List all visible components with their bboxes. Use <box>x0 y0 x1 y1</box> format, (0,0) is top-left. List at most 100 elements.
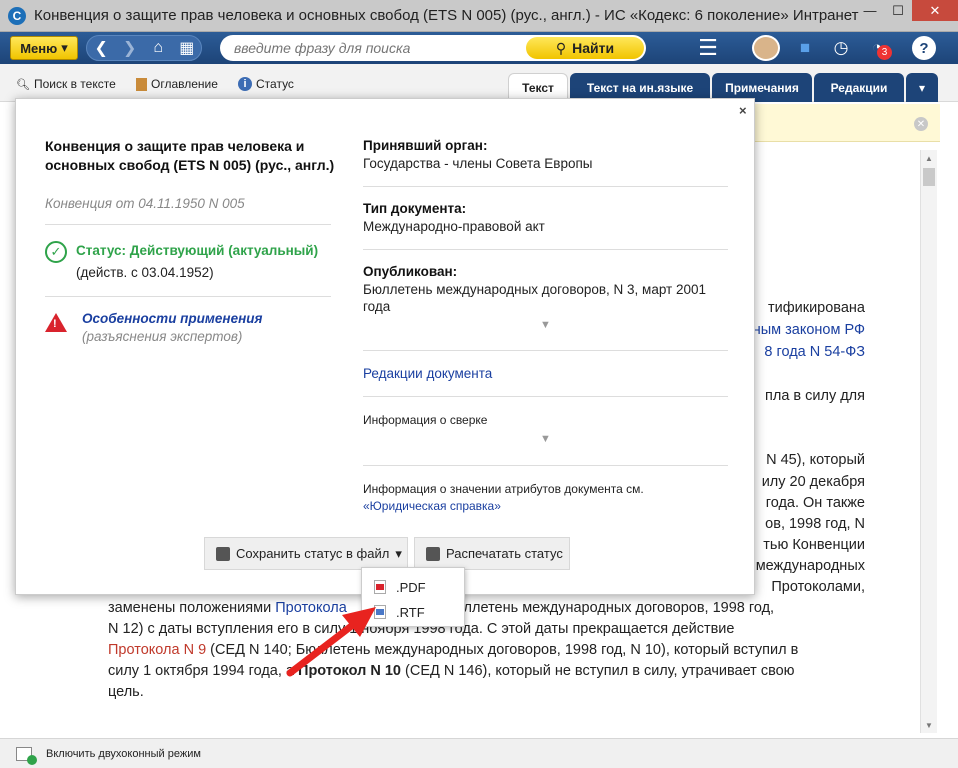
search-icon: ⚲ <box>555 39 567 56</box>
status-value: Статус: Действующий (актуальный) <box>76 243 319 258</box>
close-notice-icon[interactable]: ✕ <box>914 117 928 131</box>
doc-type-label: Тип документа: <box>363 201 467 216</box>
document-text-span: цель. <box>108 684 144 700</box>
back-icon[interactable]: ❮ <box>89 38 113 58</box>
document-line: года. Он также <box>748 495 865 511</box>
contents-label: Оглавление <box>151 77 218 91</box>
document-line: ным законом РФ <box>748 322 865 338</box>
features-link[interactable]: Особенности применения <box>82 311 262 326</box>
app-icon: С <box>8 6 26 25</box>
document-text-span: года. Он также <box>765 495 865 511</box>
save-status-button[interactable]: Сохранить статус в файл ▾ <box>204 537 408 570</box>
divider <box>45 296 331 297</box>
status-date: (действ. с 03.04.1952) <box>76 265 214 280</box>
print-status-label: Распечатать статус <box>446 546 563 561</box>
grid-icon[interactable]: ▦ <box>175 38 199 58</box>
magnifier-icon: 🔍︎ <box>16 78 30 91</box>
document-line: 8 года N 54-ФЗ <box>748 344 865 360</box>
book-icon <box>136 77 147 91</box>
adopted-by-value: Государства - члены Совета Европы <box>363 156 593 171</box>
expand-reconciliation-icon[interactable]: ▼ <box>540 433 551 445</box>
published-value: Бюллетень международных договоров, N 3, … <box>363 282 707 314</box>
search-input[interactable] <box>234 40 514 56</box>
status-popup: × Конвенция о защите прав человека и осн… <box>15 98 755 595</box>
document-text-span: международных <box>755 558 865 574</box>
notice-banner <box>728 104 940 142</box>
editions-link[interactable]: Редакции документа <box>363 366 492 381</box>
hamburger-menu-icon[interactable]: ☰ <box>695 35 721 60</box>
tabs-more-button[interactable]: ▾ <box>906 73 938 102</box>
window-controls: — ☐ ✕ <box>856 0 958 21</box>
forward-icon[interactable]: ❯ <box>118 38 142 58</box>
print-status-button[interactable]: Распечатать статус <box>414 537 570 570</box>
document-text-span: тью Конвенции <box>763 537 865 553</box>
window-title: Конвенция о защите прав человека и основ… <box>34 7 859 24</box>
navigation-group: ❮ ❯ ⌂ ▦ <box>86 35 202 61</box>
published-label: Опубликован: <box>363 264 458 279</box>
document-line: илу 20 декабря <box>748 474 865 490</box>
document-line: цель. <box>108 684 144 700</box>
document-line: тификирована <box>748 300 865 316</box>
statusbar: Включить двухоконный режим <box>0 738 958 768</box>
document-text-span: илу 20 декабря <box>761 474 865 490</box>
document-text-span: Протоколами, <box>771 579 865 595</box>
popup-doc-subtitle: Конвенция от 04.11.1950 N 005 <box>45 196 245 211</box>
window-titlebar: С Конвенция о защите прав человека и осн… <box>0 0 958 32</box>
legal-reference-link[interactable]: «Юридическая справка» <box>363 499 501 513</box>
document-text-span: (СЕД N 146), который не вступил в силу, … <box>401 663 795 679</box>
maximize-button[interactable]: ☐ <box>884 0 912 21</box>
document-text-span: ов, 1998 год, N <box>765 516 865 532</box>
caret-down-icon: ▾ <box>61 40 68 55</box>
search-button[interactable]: ⚲ Найти <box>526 37 644 59</box>
divider <box>363 396 728 397</box>
contents-button[interactable]: Оглавление <box>136 77 218 91</box>
search-in-text-label: Поиск в тексте <box>34 77 116 91</box>
scroll-thumb[interactable] <box>923 168 935 186</box>
document-line: силу 1 октября 1994 года, а Протокол N 1… <box>108 663 795 679</box>
floppy-disk-icon <box>216 546 230 561</box>
document-line: ов, 1998 год, N <box>748 516 865 532</box>
divider <box>363 465 728 466</box>
avatar[interactable] <box>752 35 780 61</box>
document-text-span: N 45), который <box>766 452 865 468</box>
document-line: пла в силу для <box>748 388 865 404</box>
notification-badge: 3 <box>877 45 892 60</box>
clock-icon[interactable]: ◷ <box>828 36 854 60</box>
check-circle-icon: ✓ <box>45 241 67 263</box>
divider <box>363 249 728 250</box>
minimize-button[interactable]: — <box>856 0 884 21</box>
reconciliation-info: Информация о сверке <box>363 413 488 427</box>
divider <box>45 224 331 225</box>
help-icon[interactable]: ? <box>912 36 936 60</box>
expand-published-icon[interactable]: ▼ <box>540 319 551 331</box>
menu-item-pdf-label: .PDF <box>396 579 426 595</box>
scroll-up-icon[interactable]: ▲ <box>921 150 937 166</box>
menu-item-pdf[interactable]: .PDF <box>374 577 426 597</box>
search-in-text-button[interactable]: 🔍︎ Поиск в тексте <box>16 77 116 91</box>
status-label: Статус <box>256 77 294 91</box>
close-window-button[interactable]: ✕ <box>912 0 958 21</box>
document-line: N 45), который <box>748 452 865 468</box>
close-popup-icon[interactable]: × <box>739 103 747 118</box>
home-icon[interactable]: ⌂ <box>146 39 170 57</box>
document-text-span: силу 1 октября 1994 года, а <box>108 663 299 679</box>
menu-button-label: Меню <box>20 40 58 56</box>
tab-editions[interactable]: Редакции <box>814 73 904 102</box>
document-text-span: тификирована <box>767 300 865 316</box>
document-link[interactable]: Протокола N 9 <box>108 642 206 658</box>
scroll-down-icon[interactable]: ▼ <box>921 717 937 733</box>
status-button[interactable]: i Статус <box>238 77 294 91</box>
features-subtitle: (разъяснения экспертов) <box>82 329 243 344</box>
dual-window-icon[interactable] <box>16 746 37 765</box>
doc-type-value: Международно-правовой акт <box>363 219 545 234</box>
document-scrollbar[interactable]: ▲ ▼ <box>920 150 937 733</box>
document-link[interactable]: ным законом РФ <box>753 322 865 338</box>
menu-button[interactable]: Меню ▾ <box>10 36 78 60</box>
folder-icon[interactable]: ■ <box>792 36 818 60</box>
dual-window-mode-link[interactable]: Включить двухоконный режим <box>46 748 201 760</box>
document-line: Протокола N 9 (СЕД N 140; Бюллетень межд… <box>108 642 798 658</box>
document-link[interactable]: 8 года N 54-ФЗ <box>764 344 865 360</box>
document-line: международных <box>748 558 865 574</box>
printer-icon <box>426 546 440 561</box>
document-text-span: пла в силу для <box>765 388 865 404</box>
